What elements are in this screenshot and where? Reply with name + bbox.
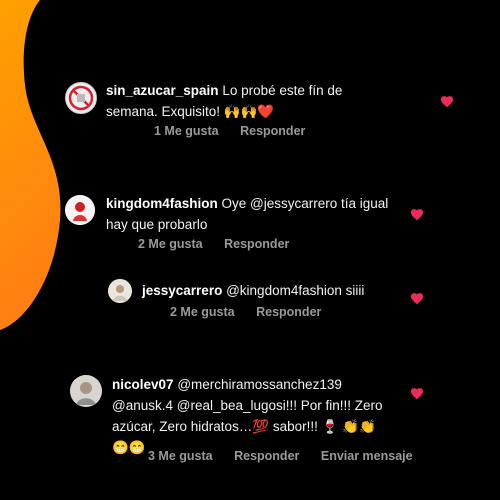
comment-meta: 3 Me gusta Responder Enviar mensaje	[148, 449, 431, 463]
comment-body-line2: hay que probarlo	[106, 217, 208, 232]
avatar[interactable]	[65, 82, 97, 114]
comment-body-line3: azúcar, Zero hidratos…💯 sabor!!! 🍷 👏👏	[112, 419, 376, 434]
comment-body: Lo probé este fín de	[222, 83, 343, 98]
comment-body-line2: @anusk.4 @real_bea_lugosi!!! Por fin!!! …	[112, 398, 383, 413]
comment-body: @kingdom4fashion siiii	[226, 283, 365, 298]
avatar[interactable]	[108, 279, 132, 303]
comment-username[interactable]: kingdom4fashion	[106, 196, 218, 211]
profile-photo-icon	[70, 375, 102, 407]
no-sugar-logo-icon	[68, 85, 94, 111]
comment-username[interactable]: nicolev07	[112, 377, 174, 392]
avatar[interactable]	[70, 375, 102, 407]
comment-meta: 2 Me gusta Responder	[170, 305, 339, 319]
likes-count[interactable]: 2 Me gusta	[138, 237, 203, 251]
comment-text: sin_azucar_spain Lo probé este fín de se…	[106, 80, 436, 122]
comment-body: Oye @jessycarrero tía igual	[221, 196, 389, 211]
likes-count[interactable]: 2 Me gusta	[170, 305, 235, 319]
reply-button[interactable]: Responder	[234, 449, 299, 463]
heart-icon[interactable]	[410, 208, 424, 221]
heart-icon[interactable]	[410, 292, 424, 305]
send-message-button[interactable]: Enviar mensaje	[321, 449, 413, 463]
comment-body-line2: semana. Exquisito! 🙌🙌❤️	[106, 104, 275, 119]
reply-button[interactable]: Responder	[224, 237, 289, 251]
likes-count[interactable]: 1 Me gusta	[154, 124, 219, 138]
comment-body-line4: 😁😁	[112, 440, 146, 455]
heart-icon[interactable]	[440, 95, 454, 108]
reply-button[interactable]: Responder	[240, 124, 305, 138]
reply-button[interactable]: Responder	[256, 305, 321, 319]
comment-body: @merchiramossanchez139	[177, 377, 342, 392]
comment-username[interactable]: jessycarrero	[142, 283, 222, 298]
comment-meta: 1 Me gusta Responder	[154, 124, 323, 138]
avatar[interactable]	[65, 195, 95, 225]
comment-text: jessycarrero @kingdom4fashion siiii	[142, 280, 442, 301]
comment-username[interactable]: sin_azucar_spain	[106, 83, 219, 98]
profile-photo-icon	[65, 195, 95, 225]
heart-icon[interactable]	[410, 387, 424, 400]
comment-meta: 2 Me gusta Responder	[138, 237, 307, 251]
comment-text: kingdom4fashion Oye @jessycarrero tía ig…	[106, 193, 436, 235]
likes-count[interactable]: 3 Me gusta	[148, 449, 213, 463]
comment-text: nicolev07 @merchiramossanchez139 @anusk.…	[112, 374, 432, 458]
profile-photo-icon	[108, 279, 132, 303]
